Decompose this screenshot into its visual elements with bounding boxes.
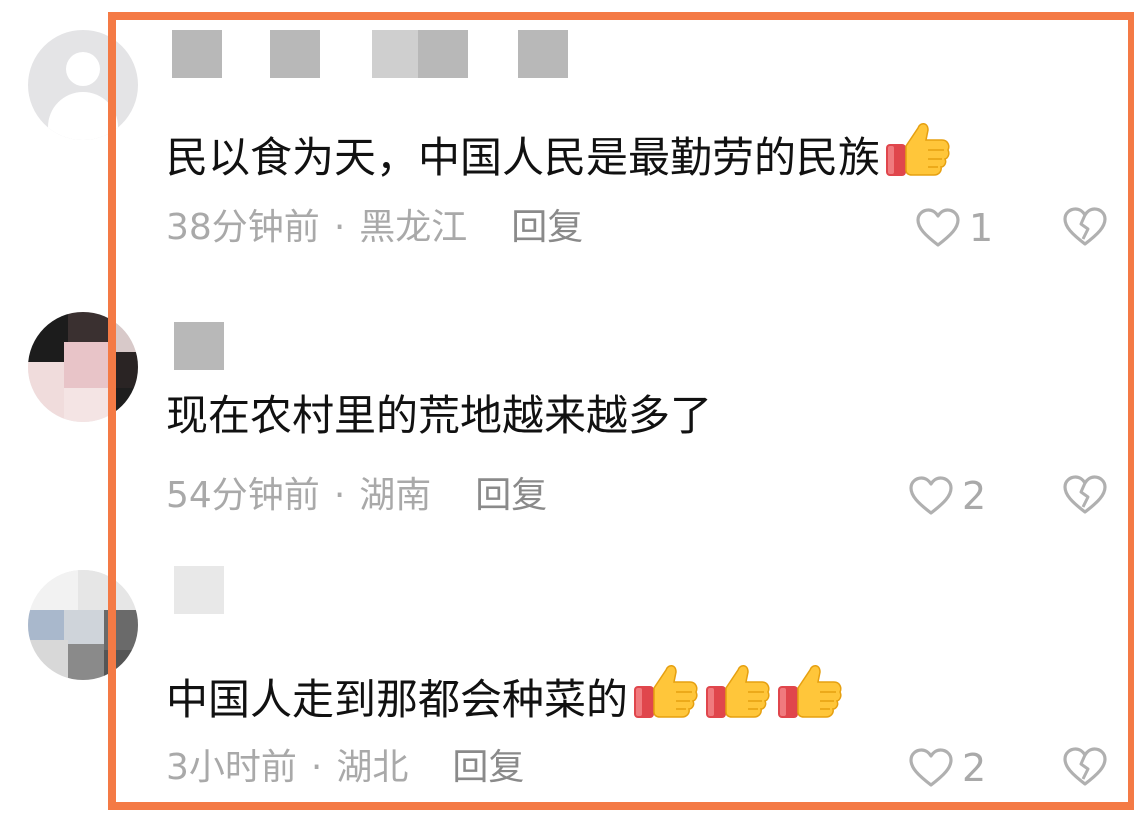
- comment-text: 民以食为天，中国人民是最勤劳的民族: [166, 118, 952, 184]
- heart-outline-icon: [915, 207, 969, 249]
- thumbs-up-emoji-icon: [630, 660, 700, 722]
- like-button[interactable]: 1: [915, 206, 993, 250]
- meta-separator: ·: [310, 747, 323, 788]
- meta-separator: ·: [333, 475, 346, 516]
- thumbs-up-emoji-icon: [774, 660, 844, 722]
- comment-text-content: 现在农村里的荒地越来越多了: [166, 391, 713, 440]
- heart-outline-icon: [908, 747, 962, 789]
- comment-meta: 3小时前 · 湖北 回复: [166, 746, 524, 790]
- avatar[interactable]: [28, 570, 138, 680]
- thumbs-up-emoji-icon: [882, 118, 952, 180]
- comment-text: 现在农村里的荒地越来越多了: [166, 390, 712, 442]
- like-count: 1: [969, 206, 994, 250]
- broken-heart-icon: [1062, 474, 1108, 516]
- meta-separator: ·: [333, 207, 346, 248]
- like-count: 2: [962, 746, 987, 790]
- dislike-button[interactable]: [1062, 746, 1108, 790]
- comment-location: 湖北: [336, 747, 409, 788]
- comment-meta: 38分钟前 · 黑龙江 回复: [166, 206, 583, 250]
- dislike-button[interactable]: [1062, 206, 1108, 250]
- avatar[interactable]: [28, 30, 138, 140]
- reply-button[interactable]: 回复: [452, 747, 524, 788]
- dislike-button[interactable]: [1062, 474, 1108, 518]
- reply-button[interactable]: 回复: [475, 475, 547, 516]
- comment-meta: 54分钟前 · 湖南 回复: [166, 474, 547, 518]
- comment-time: 3小时前: [166, 747, 297, 788]
- heart-outline-icon: [908, 475, 962, 517]
- broken-heart-icon: [1062, 746, 1108, 788]
- thumbs-up-emoji-icon: [702, 660, 772, 722]
- like-count: 2: [962, 474, 987, 518]
- comment-text-content: 中国人走到那都会种菜的: [166, 675, 629, 724]
- like-button[interactable]: 2: [908, 474, 986, 518]
- reply-button[interactable]: 回复: [511, 207, 583, 248]
- comment-time: 54分钟前: [166, 475, 320, 516]
- comment-location: 黑龙江: [359, 207, 468, 248]
- broken-heart-icon: [1062, 206, 1108, 248]
- comment-text-content: 民以食为天，中国人民是最勤劳的民族: [166, 133, 881, 182]
- comment-location: 湖南: [359, 475, 432, 516]
- like-button[interactable]: 2: [908, 746, 986, 790]
- comment-time: 38分钟前: [166, 207, 320, 248]
- comment-text: 中国人走到那都会种菜的: [166, 660, 844, 726]
- avatar[interactable]: [28, 312, 138, 422]
